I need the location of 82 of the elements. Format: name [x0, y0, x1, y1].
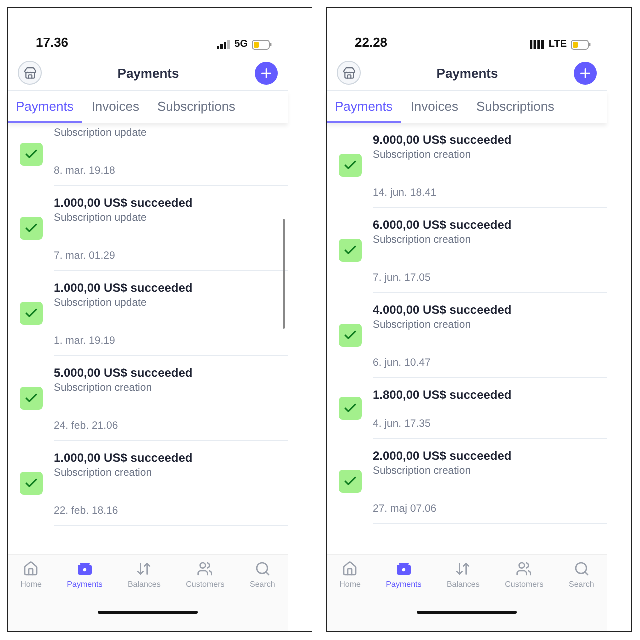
payment-date: 7. mar. 01.29: [54, 250, 116, 262]
tab[interactable]: Payments: [327, 91, 401, 123]
payment-date: 27. maj 07.06: [373, 503, 438, 515]
payment-description: Subscription update: [54, 127, 148, 139]
payment-amount: 1.000,00 US$ succeeded: [54, 451, 194, 465]
search-icon: [254, 561, 271, 577]
payment-date: 4. jun. 17.35: [373, 418, 432, 430]
network-label: 5G: [234, 39, 248, 50]
payment-description: Subscription update: [54, 212, 148, 224]
store-icon: [24, 66, 36, 80]
payment-amount: 1.800,00 US$ succeeded: [373, 388, 513, 402]
plus-icon: [258, 66, 274, 80]
home-icon: [342, 561, 358, 577]
payment-description: Subscription update: [54, 297, 148, 309]
arrows-icon: [136, 561, 152, 577]
payment-date: 1. mar. 19.19: [54, 335, 116, 347]
payment-description: Subscription creation: [373, 234, 472, 246]
payment-amount: 1.000,00 US$ succeeded: [54, 281, 194, 295]
tab[interactable]: Invoices: [402, 91, 467, 123]
check-icon: [20, 217, 43, 240]
tab[interactable]: Invoices: [84, 91, 148, 123]
wallet-icon: [396, 561, 412, 577]
nav-item[interactable]: Balances: [446, 561, 480, 589]
check-icon: [339, 154, 362, 177]
payment-description: Subscription creation: [373, 319, 472, 331]
users-icon: [197, 561, 214, 577]
nav-item[interactable]: Home: [340, 561, 361, 589]
home-icon: [23, 561, 40, 577]
add-button[interactable]: [574, 62, 597, 84]
store-button[interactable]: [337, 61, 361, 85]
payment-amount: 4.000,00 US$ succeeded: [373, 303, 513, 317]
payment-amount: 9.000,00 US$ succeeded: [373, 133, 513, 147]
battery-icon: [571, 40, 591, 50]
plus-icon: [578, 66, 593, 80]
page-title: Payments: [436, 66, 498, 80]
nav-item[interactable]: Home: [20, 561, 42, 589]
wallet-icon: [76, 561, 93, 577]
payment-date: 8. mar. 19.18: [54, 165, 116, 177]
page-title: Payments: [118, 66, 180, 80]
payment-amount: 1.000,00 US$ succeeded: [54, 196, 194, 210]
payment-amount: 6.000,00 US$ succeeded: [373, 218, 513, 232]
check-icon: [20, 472, 43, 495]
nav-item[interactable]: Customers: [505, 561, 544, 589]
store-icon: [342, 66, 356, 80]
store-button[interactable]: [18, 61, 42, 85]
check-icon: [20, 302, 43, 325]
add-button[interactable]: [254, 62, 278, 84]
payment-date: 6. jun. 10.47: [373, 357, 432, 369]
payment-description: Subscription creation: [54, 382, 154, 394]
check-icon: [20, 387, 43, 410]
payment-description: Subscription creation: [54, 467, 154, 479]
status-time: 22.28: [355, 35, 388, 50]
payment-date: 24. feb. 21.06: [54, 420, 120, 432]
tab[interactable]: Subscriptions: [468, 91, 563, 123]
signal-icon: [530, 40, 545, 49]
payment-description: Subscription creation: [373, 465, 472, 477]
check-icon: [339, 239, 362, 262]
nav-item[interactable]: Search: [250, 561, 276, 589]
status-time: 17.36: [36, 35, 69, 50]
payment-amount: 5.000,00 US$ succeeded: [54, 366, 194, 380]
battery-icon: [252, 40, 272, 50]
signal-icon: [216, 40, 231, 49]
tab[interactable]: Subscriptions: [150, 91, 244, 123]
check-icon: [20, 143, 43, 166]
nav-item[interactable]: Payments: [386, 561, 422, 589]
payment-date: 14. jun. 18.41: [373, 187, 438, 199]
payment-description: Subscription creation: [373, 149, 472, 161]
search-icon: [574, 561, 590, 577]
arrows-icon: [455, 561, 472, 577]
payment-amount: 2.000,00 US$ succeeded: [373, 449, 513, 463]
check-icon: [339, 397, 362, 420]
tab[interactable]: Payments: [8, 91, 82, 123]
check-icon: [339, 324, 362, 347]
nav-item[interactable]: Balances: [128, 561, 161, 589]
nav-item[interactable]: Payments: [67, 561, 103, 589]
check-icon: [339, 470, 362, 493]
network-label: LTE: [548, 39, 567, 50]
users-icon: [516, 561, 532, 577]
nav-item[interactable]: Search: [569, 561, 594, 589]
payment-date: 22. feb. 18.16: [54, 505, 120, 517]
payment-date: 7. jun. 17.05: [373, 272, 432, 284]
nav-item[interactable]: Customers: [186, 561, 225, 589]
